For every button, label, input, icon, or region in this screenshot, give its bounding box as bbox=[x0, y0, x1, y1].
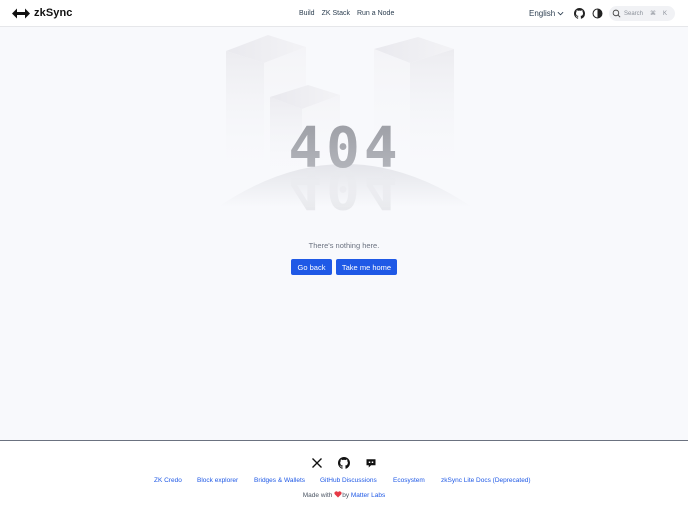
discord-icon[interactable] bbox=[365, 457, 377, 469]
github-icon[interactable] bbox=[338, 457, 350, 469]
footer-links: ZK Credo Block explorer Bridges & Wallet… bbox=[0, 477, 688, 487]
footer-link-zksync-lite-docs[interactable]: zkSync Lite Docs (Deprecated) bbox=[441, 477, 531, 484]
language-label: English bbox=[529, 9, 556, 18]
github-icon[interactable] bbox=[574, 8, 585, 19]
made-with-prefix: Made with bbox=[302, 492, 333, 499]
search-box[interactable]: Search ⌘ K bbox=[609, 6, 675, 21]
footer-link-bridges-wallets[interactable]: Bridges & Wallets bbox=[254, 477, 305, 484]
nav-zk-stack[interactable]: ZK Stack bbox=[322, 10, 350, 17]
search-icon bbox=[612, 9, 621, 18]
logo-text: zkSync bbox=[34, 7, 73, 19]
language-selector[interactable]: English bbox=[529, 0, 564, 27]
logo[interactable]: zkSync bbox=[12, 6, 73, 20]
chevron-down-icon bbox=[557, 11, 564, 16]
heart-icon bbox=[334, 491, 342, 498]
go-back-button[interactable]: Go back bbox=[291, 259, 332, 275]
not-found-page: 404 404 There's nothing here. Go back Ta… bbox=[0, 27, 688, 440]
404-illustration: 404 404 bbox=[218, 35, 472, 220]
footer-link-block-explorer[interactable]: Block explorer bbox=[197, 477, 238, 484]
shortcut-key: K bbox=[663, 10, 668, 17]
made-with-by: by bbox=[342, 492, 350, 499]
footer: ZK Credo Block explorer Bridges & Wallet… bbox=[0, 440, 688, 512]
main-nav: Build ZK Stack Run a Node bbox=[299, 0, 394, 27]
not-found-message: There's nothing here. bbox=[308, 241, 380, 250]
theme-toggle-icon[interactable] bbox=[592, 8, 603, 19]
x-icon[interactable] bbox=[311, 457, 323, 469]
footer-link-zk-credo[interactable]: ZK Credo bbox=[154, 477, 182, 484]
error-code-reflection: 404 bbox=[288, 155, 401, 220]
top-navbar: zkSync Build ZK Stack Run a Node English… bbox=[0, 0, 688, 27]
footer-link-github-discussions[interactable]: GitHub Discussions bbox=[320, 477, 377, 484]
matter-labs-link[interactable]: Matter Labs bbox=[351, 492, 385, 499]
made-with-line: Made with by Matter Labs bbox=[0, 491, 688, 499]
zksync-logo-icon bbox=[12, 8, 30, 18]
nav-run-a-node[interactable]: Run a Node bbox=[357, 10, 394, 17]
shortcut-modifier: ⌘ bbox=[650, 11, 656, 17]
search-placeholder: Search bbox=[624, 10, 644, 17]
nav-build[interactable]: Build bbox=[299, 10, 315, 17]
footer-link-ecosystem[interactable]: Ecosystem bbox=[393, 477, 425, 484]
take-me-home-button[interactable]: Take me home bbox=[336, 259, 397, 275]
